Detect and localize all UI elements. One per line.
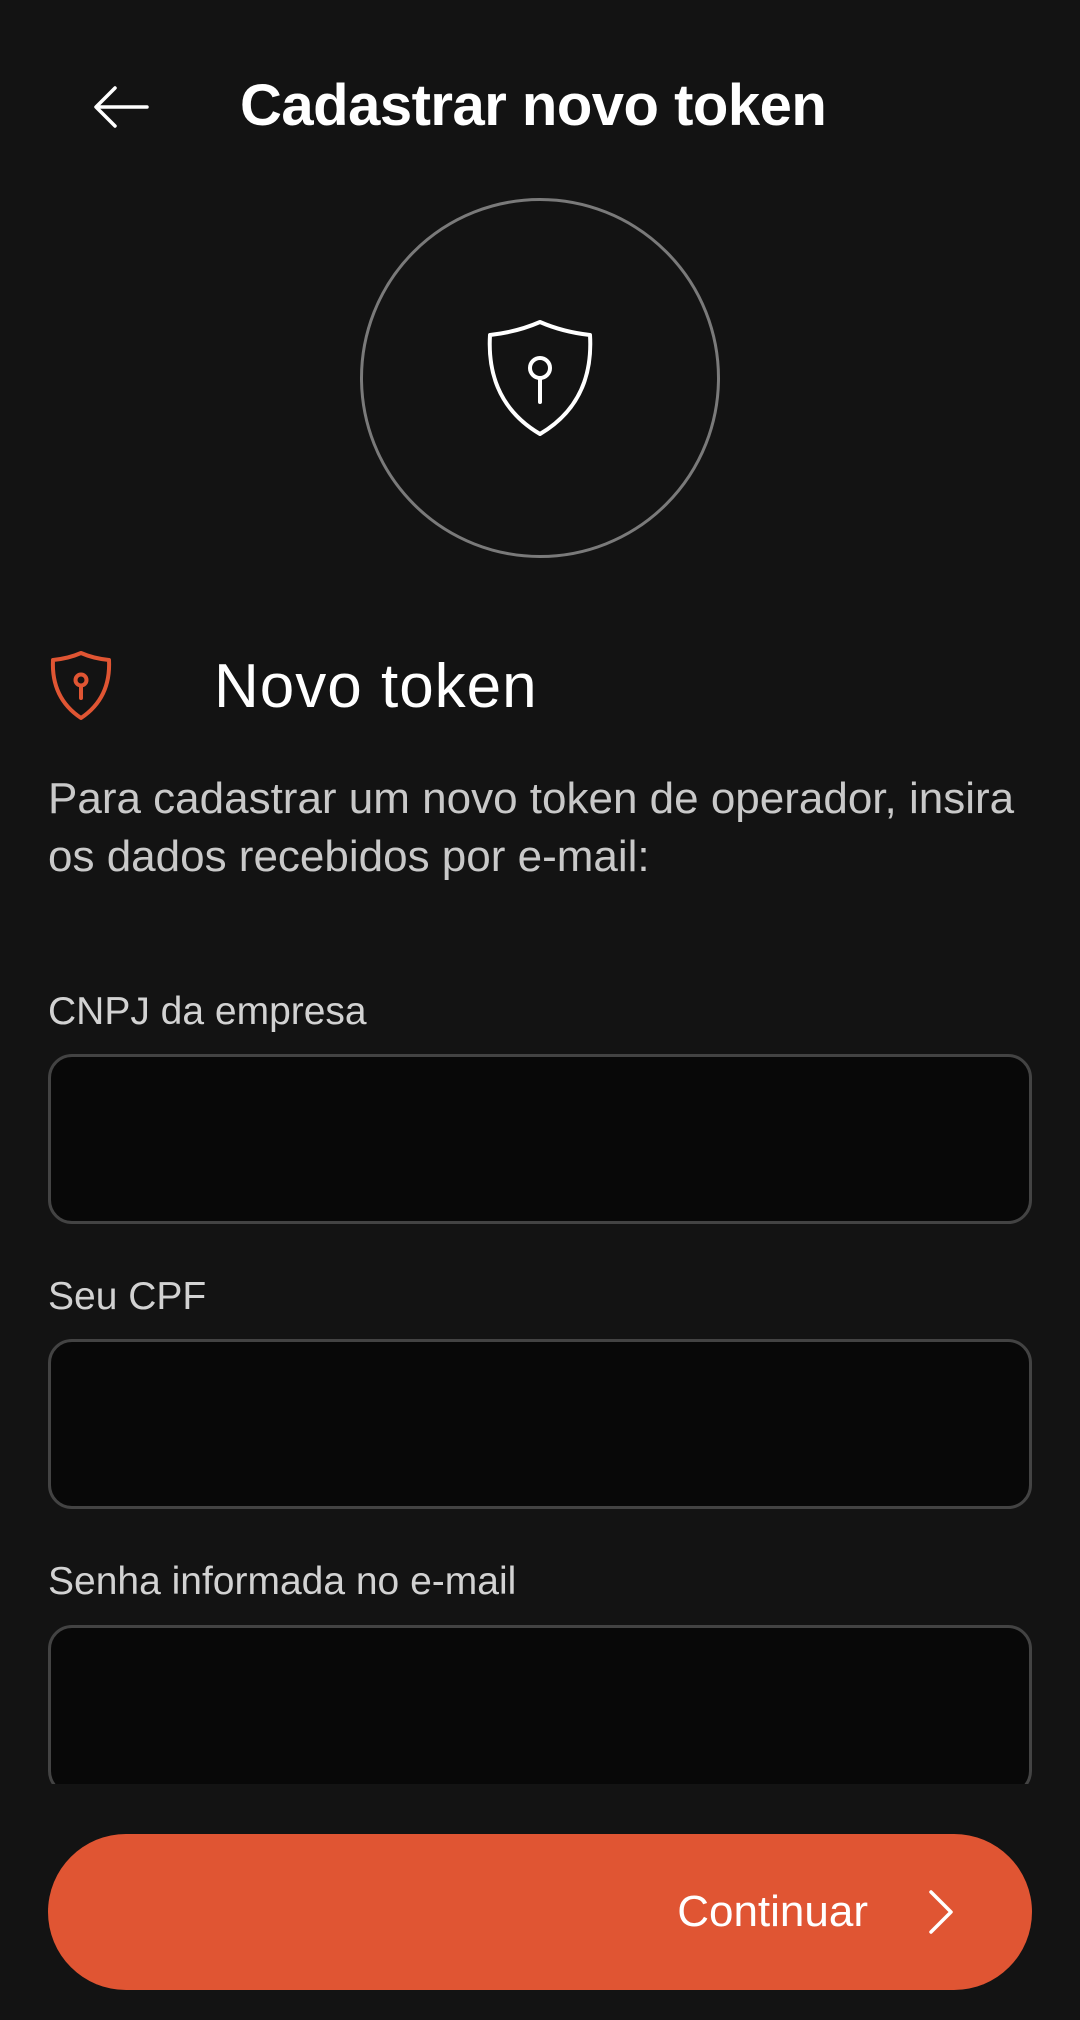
cpf-input[interactable]: [48, 1339, 1032, 1509]
email-password-input[interactable]: [48, 1625, 1032, 1784]
instructions-text: Para cadastrar um novo token de operador…: [48, 774, 1015, 881]
app-header: Cadastrar novo token: [0, 0, 1080, 210]
register-token-screen: Cadastrar novo token Novo token Para cad…: [0, 0, 1080, 2020]
section-title: Novo token: [214, 651, 538, 721]
cnpj-label: CNPJ da empresa: [48, 990, 367, 1033]
cnpj-input[interactable]: [48, 1054, 1032, 1224]
section-shield: [48, 650, 114, 722]
cpf-label: Seu CPF: [48, 1275, 207, 1318]
shield-keyhole-icon: [487, 320, 593, 436]
section-heading: Novo token: [48, 650, 538, 722]
email-password-label: Senha informada no e-mail: [48, 1560, 517, 1603]
chevron-right-icon: [926, 1887, 956, 1937]
continue-label: Continuar: [677, 1887, 868, 1936]
arrow-left-icon: [94, 86, 149, 128]
hero-shield-circle: [360, 198, 720, 558]
continue-button[interactable]: Continuar: [48, 1834, 1032, 1990]
page-title: Cadastrar novo token: [240, 73, 827, 138]
form-scroll-area[interactable]: [0, 1620, 1080, 1784]
shield-keyhole-icon: [50, 651, 112, 720]
back-button[interactable]: [80, 66, 162, 148]
